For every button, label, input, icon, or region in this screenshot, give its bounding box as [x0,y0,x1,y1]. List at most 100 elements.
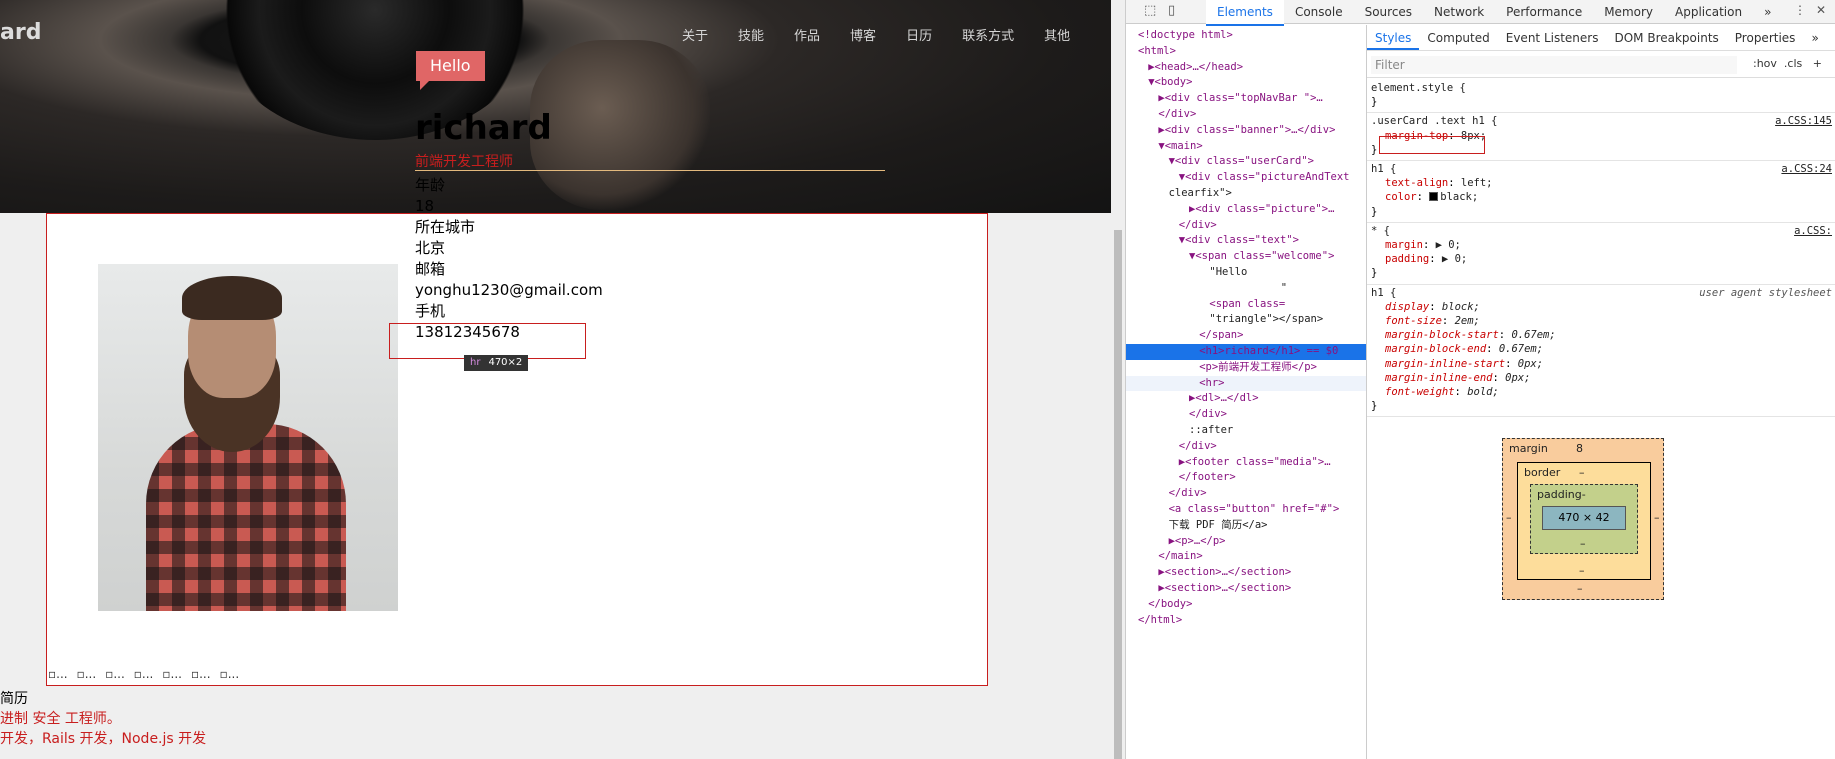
css-declaration[interactable]: margin-block-end: 0.67em; [1371,342,1835,356]
broken-image-icon[interactable]: ▫... [105,667,125,681]
dom-node-line[interactable]: </div> [1179,439,1217,455]
subtab-computed[interactable]: Computed [1419,25,1497,50]
dom-node-line[interactable]: ▶<p>…</p> [1169,534,1226,550]
padding-bottom-value[interactable]: – [1580,537,1586,550]
dom-node-line[interactable]: <hr> [1126,375,1366,392]
css-declaration[interactable]: color: black; [1371,190,1835,204]
css-declaration[interactable]: padding: ▶ 0; [1371,252,1835,266]
cls-toggle[interactable]: .cls [1784,57,1802,70]
tab-console[interactable]: Console [1284,0,1354,26]
css-property-value[interactable]: block; [1442,301,1480,313]
dom-node-line[interactable]: </body> [1148,597,1192,613]
css-source-link[interactable]: a.CSS:24 [1781,162,1832,176]
dom-node-line[interactable]: "triangle"></span> [1209,312,1323,328]
css-property-name[interactable]: padding [1385,253,1429,265]
css-property-name[interactable]: margin-block-end [1385,343,1486,355]
css-property-value[interactable]: 2em; [1455,315,1480,327]
css-property-name[interactable]: font-weight [1385,386,1455,398]
css-rule[interactable]: h1 {user agent stylesheet display: block;… [1367,284,1835,418]
css-declaration[interactable]: margin-block-start: 0.67em; [1371,328,1835,342]
css-selector[interactable]: * { [1371,224,1835,238]
dom-node-line[interactable]: ▶<div class="topNavBar ">… [1158,91,1322,107]
css-property-name[interactable]: margin [1385,239,1423,251]
dom-node-line[interactable]: " [1281,281,1287,297]
styles-filter-input[interactable]: Filter [1371,56,1737,74]
more-subtabs-button[interactable]: » [1803,25,1826,50]
css-declaration[interactable]: font-size: 2em; [1371,314,1835,328]
css-property-name[interactable]: font-size [1385,315,1442,327]
css-property-value[interactable]: bold; [1467,386,1499,398]
new-rule-button[interactable]: + [1813,57,1822,70]
css-rule[interactable]: element.style {} [1367,79,1835,114]
nav-item-calendar[interactable]: 日历 [906,25,932,44]
css-property-value[interactable]: 0.67em; [1511,329,1555,341]
dom-node-line[interactable]: ▼<span class="welcome"> [1189,249,1334,265]
css-property-value[interactable]: 0.67em; [1499,343,1543,355]
tab-network[interactable]: Network [1423,0,1495,26]
page-scrollbar-thumb[interactable] [1114,230,1122,759]
margin-right-value[interactable]: – [1654,511,1660,524]
margin-bottom-value[interactable]: – [1577,582,1583,595]
subtab-dom-breakpoints[interactable]: DOM Breakpoints [1606,25,1726,50]
dom-node-line[interactable]: ▼<body> [1148,75,1192,91]
css-selector[interactable]: element.style { [1371,81,1835,95]
devtools-menu-icon[interactable]: ⋮ [1794,3,1806,17]
close-icon[interactable]: ✕ [1816,3,1826,17]
dom-node-line[interactable]: </html> [1138,613,1182,629]
margin-top-value[interactable]: 8 [1576,442,1583,455]
nav-item-about[interactable]: 关于 [682,25,708,44]
broken-image-icon[interactable]: ▫... [48,667,68,681]
css-property-value[interactable]: 0px; [1518,358,1543,370]
dom-node-line[interactable]: ▶<section>…</section> [1158,581,1291,597]
broken-image-icon[interactable]: ▫... [191,667,211,681]
subtab-properties[interactable]: Properties [1727,25,1804,50]
box-model-content[interactable]: 470 × 42 [1542,506,1626,530]
css-selector[interactable]: .userCard .text h1 { [1371,114,1835,128]
dom-node-line[interactable]: <span class= [1209,297,1285,313]
css-property-name[interactable]: margin-inline-start [1385,358,1505,370]
css-source-link[interactable]: a.CSS:145 [1775,114,1832,128]
nav-item-works[interactable]: 作品 [794,25,820,44]
css-rule[interactable]: h1 {a.CSS:24 text-align: left; color: blac… [1367,160,1835,223]
css-property-value[interactable]: ▶ 0; [1436,239,1461,251]
dom-node-line[interactable]: ▼<div class="text"> [1179,233,1299,249]
border-bottom-value[interactable]: – [1579,564,1585,577]
nav-item-other[interactable]: 其他 [1044,25,1070,44]
css-property-value[interactable]: left; [1461,177,1493,189]
nav-item-contact[interactable]: 联系方式 [962,25,1014,44]
border-top-value[interactable]: – [1579,466,1585,479]
dom-node-line[interactable]: ▶<footer class="media">… [1179,455,1331,471]
broken-image-icon[interactable]: ▫... [134,667,154,681]
dom-node-line[interactable]: ▼<div class="userCard"> [1169,154,1314,170]
dom-node-line[interactable]: "Hello [1209,265,1247,281]
css-property-value[interactable]: black; [1440,191,1478,203]
tab-sources[interactable]: Sources [1354,0,1423,26]
dom-node-line[interactable]: ▼<main> [1158,139,1202,155]
tab-performance[interactable]: Performance [1495,0,1593,26]
device-toggle-icon[interactable]: ▯ [1168,3,1184,19]
margin-left-value[interactable]: – [1506,511,1512,524]
dom-node-line[interactable]: clearfix"> [1169,186,1232,202]
nav-item-skills[interactable]: 技能 [738,25,764,44]
dom-node-line[interactable]: 下载 PDF 简历</a> [1169,518,1268,534]
css-declaration[interactable]: margin: ▶ 0; [1371,238,1835,252]
dom-node-line[interactable]: </span> [1199,328,1243,344]
dom-node-line[interactable]: <h1>richard</h1> == $0 [1126,344,1366,360]
dom-node-line[interactable]: ▶<div class="banner">…</div> [1158,123,1335,139]
css-selector[interactable]: h1 { [1371,162,1835,176]
css-source-link[interactable]: a.CSS: [1794,224,1832,238]
dom-node-line[interactable]: </div> [1169,486,1207,502]
css-rule[interactable]: * {a.CSS: margin: ▶ 0; padding: ▶ 0;} [1367,222,1835,285]
css-declaration[interactable]: margin-inline-end: 0px; [1371,371,1835,385]
broken-image-icon[interactable]: ▫... [220,667,240,681]
css-property-name[interactable]: color [1385,191,1417,203]
dom-node-line[interactable]: ▶<head>…</head> [1148,60,1243,76]
broken-image-icon[interactable]: ▫... [77,667,97,681]
dom-node-line[interactable]: <html> [1138,44,1176,60]
css-property-value[interactable]: 0px; [1505,372,1530,384]
dom-node-line[interactable]: ▶<section>…</section> [1158,565,1291,581]
dom-node-line[interactable]: <p>前端开发工程师</p> [1199,360,1317,376]
dom-node-line[interactable]: </main> [1158,549,1202,565]
dom-node-line[interactable]: <a class="button" href="#"> [1169,502,1340,518]
nav-item-blog[interactable]: 博客 [850,25,876,44]
